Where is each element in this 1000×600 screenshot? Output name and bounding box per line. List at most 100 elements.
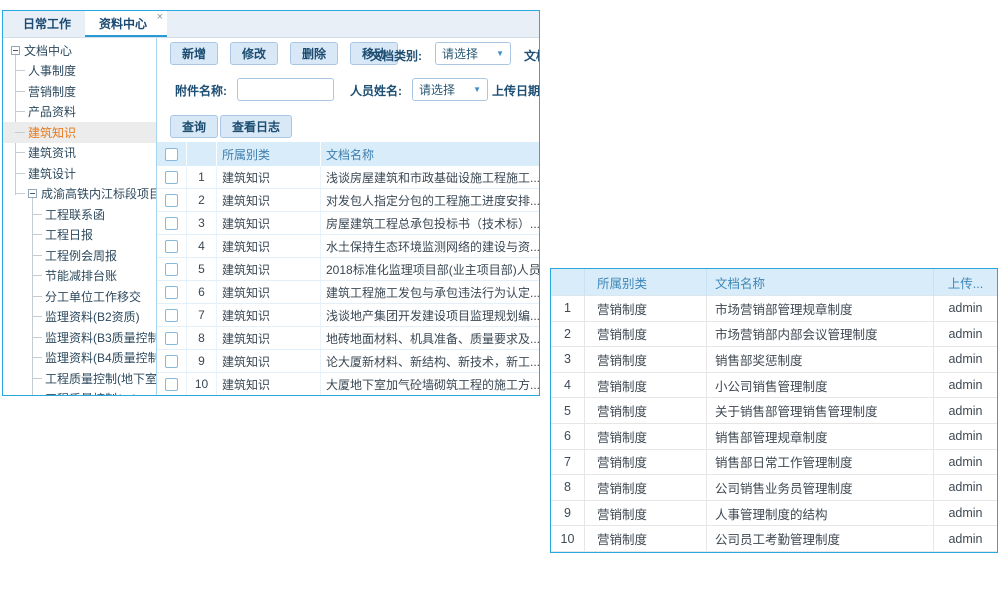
row-doc-name: 水土保持生态环境监测网络的建设与资... <box>321 238 539 255</box>
row-uploader: admin <box>933 501 997 526</box>
row-checkbox[interactable] <box>165 263 178 276</box>
table-row[interactable]: 4营销制度小公司销售管理制度admin <box>551 373 997 399</box>
row-checkbox[interactable] <box>165 286 178 299</box>
row-checkbox[interactable] <box>165 171 178 184</box>
row-checkbox[interactable] <box>165 332 178 345</box>
table-row[interactable]: 1营销制度市场营销部管理规章制度admin <box>551 296 997 322</box>
row-number: 7 <box>187 304 217 326</box>
table-row[interactable]: 7营销制度销售部日常工作管理制度admin <box>551 450 997 476</box>
person-value: 请选择 <box>419 81 455 98</box>
add-button[interactable]: 新增 <box>170 42 218 65</box>
checkbox-cell <box>157 212 187 234</box>
uploader-column-header: 上传... <box>933 269 997 295</box>
row-doc-name: 房屋建筑工程总承包投标书（技术标）... <box>321 215 539 232</box>
row-checkbox[interactable] <box>165 378 178 391</box>
table-header-row: 所属别类 文档名称 <box>157 142 539 166</box>
row-number: 6 <box>551 424 584 449</box>
table-row[interactable]: 6营销制度销售部管理规章制度admin <box>551 424 997 450</box>
delete-button[interactable]: 删除 <box>290 42 338 65</box>
table-row[interactable]: 10建筑知识大厦地下室加气砼墙砌筑工程的施工方... <box>157 373 539 395</box>
row-number: 2 <box>187 189 217 211</box>
table-row[interactable]: 8建筑知识地砖地面材料、机具准备、质量要求及... <box>157 327 539 350</box>
row-number: 4 <box>187 235 217 257</box>
checkbox-cell <box>157 373 187 395</box>
tree-item[interactable]: 工程联系函 <box>3 204 156 225</box>
table-row[interactable]: 6建筑知识建筑工程施工发包与承包违法行为认定... <box>157 281 539 304</box>
table-row[interactable]: 5营销制度关于销售部管理销售管理制度admin <box>551 398 997 424</box>
tree-item[interactable]: 监理资料(B2资质) <box>3 307 156 328</box>
view-log-button[interactable]: 查看日志 <box>220 115 292 138</box>
table-row[interactable]: 9营销制度人事管理制度的结构admin <box>551 501 997 527</box>
table-row[interactable]: 10营销制度公司员工考勤管理制度admin <box>551 526 997 552</box>
select-all-checkbox[interactable] <box>165 148 178 161</box>
row-checkbox[interactable] <box>165 194 178 207</box>
row-doc-name: 公司员工考勤管理制度 <box>706 526 933 551</box>
tree-item-label: 成渝高铁内江标段项目 <box>41 185 157 202</box>
row-doc-name: 建筑工程施工发包与承包违法行为认定... <box>321 284 539 301</box>
tree-item[interactable]: 人事制度 <box>3 61 156 82</box>
row-uploader: admin <box>933 424 997 449</box>
tree-item[interactable]: 建筑资讯 <box>3 143 156 164</box>
tree-item[interactable]: 节能减排台账 <box>3 266 156 287</box>
table-row[interactable]: 5建筑知识2018标准化监理项目部(业主项目部)人员... <box>157 258 539 281</box>
row-doc-name: 2018标准化监理项目部(业主项目部)人员... <box>321 261 539 278</box>
tree-item[interactable]: 监理资料(B3质量控制) <box>3 327 156 348</box>
tree-item[interactable]: 工程例会周报 <box>3 245 156 266</box>
tree-item[interactable]: 成渝高铁内江标段项目 <box>3 184 156 205</box>
tree-item[interactable]: 工程质量控制(…) <box>3 389 156 396</box>
row-uploader: admin <box>933 347 997 372</box>
row-checkbox[interactable] <box>165 309 178 322</box>
collapse-icon[interactable] <box>28 189 37 198</box>
row-doc-name: 市场营销部内部会议管理制度 <box>706 322 933 347</box>
table-row[interactable]: 7建筑知识浅谈地产集团开发建设项目监理规划编... <box>157 304 539 327</box>
table-row[interactable]: 2建筑知识对发包人指定分包的工程施工进度安排... <box>157 189 539 212</box>
edit-button[interactable]: 修改 <box>230 42 278 65</box>
tree-item-label: 工程联系函 <box>45 206 105 223</box>
close-icon[interactable]: × <box>157 12 163 23</box>
collapse-icon[interactable] <box>11 46 20 55</box>
table-row[interactable]: 1建筑知识浅谈房屋建筑和市政基础设施工程施工... <box>157 166 539 189</box>
table-row[interactable]: 2营销制度市场营销部内部会议管理制度admin <box>551 322 997 348</box>
table-row[interactable]: 4建筑知识水土保持生态环境监测网络的建设与资... <box>157 235 539 258</box>
checkbox-cell <box>157 304 187 326</box>
row-checkbox[interactable] <box>165 217 178 230</box>
row-checkbox[interactable] <box>165 240 178 253</box>
tree-item[interactable]: 监理资料(B4质量控制) <box>3 348 156 369</box>
tree-item[interactable]: 建筑知识 <box>3 122 156 143</box>
person-select[interactable]: 请选择 ▼ <box>412 78 488 101</box>
row-doc-name: 浅谈地产集团开发建设项目监理规划编... <box>321 307 539 324</box>
checkbox-cell <box>157 189 187 211</box>
tree-item[interactable]: 工程日报 <box>3 225 156 246</box>
tree-item[interactable]: 建筑设计 <box>3 163 156 184</box>
clipped-filter-label: 文档 <box>524 47 539 64</box>
tree-item-label: 建筑设计 <box>28 165 76 182</box>
table-row[interactable]: 8营销制度公司销售业务员管理制度admin <box>551 475 997 501</box>
tab-data-center[interactable]: 资料中心 × <box>85 11 167 37</box>
row-doc-name: 小公司销售管理制度 <box>706 373 933 398</box>
tree-item-label: 工程例会周报 <box>45 247 117 264</box>
category-column-header: 所属别类 <box>584 269 706 295</box>
table-row[interactable]: 3营销制度销售部奖惩制度admin <box>551 347 997 373</box>
tree-item[interactable]: 产品资料 <box>3 102 156 123</box>
row-checkbox[interactable] <box>165 355 178 368</box>
row-category: 建筑知识 <box>217 258 321 280</box>
tab-label: 资料中心 <box>99 17 147 31</box>
row-number: 3 <box>187 212 217 234</box>
tree-item[interactable]: 分工单位工作移交 <box>3 286 156 307</box>
chevron-down-icon: ▼ <box>496 49 504 58</box>
row-category: 建筑知识 <box>217 189 321 211</box>
document-center-window: 日常工作资料中心× 文档中心人事制度营销制度产品资料建筑知识建筑资讯建筑设计成渝… <box>2 10 540 396</box>
doc-category-select[interactable]: 请选择 ▼ <box>435 42 511 65</box>
query-button[interactable]: 查询 <box>170 115 218 138</box>
row-doc-name: 关于销售部管理销售管理制度 <box>706 398 933 423</box>
row-number: 9 <box>187 350 217 372</box>
table-row[interactable]: 3建筑知识房屋建筑工程总承包投标书（技术标）... <box>157 212 539 235</box>
tab-daily-work[interactable]: 日常工作 <box>9 11 85 37</box>
table-row[interactable]: 9建筑知识论大厦新材料、新结构、新技术，新工... <box>157 350 539 373</box>
tree-item-label: 监理资料(B2资质) <box>45 308 140 325</box>
attachment-name-input[interactable] <box>237 78 334 101</box>
tab-label: 日常工作 <box>23 17 71 31</box>
tree-item[interactable]: 文档中心 <box>3 40 156 61</box>
tree-item[interactable]: 工程质量控制(地下室) <box>3 368 156 389</box>
tree-item[interactable]: 营销制度 <box>3 81 156 102</box>
